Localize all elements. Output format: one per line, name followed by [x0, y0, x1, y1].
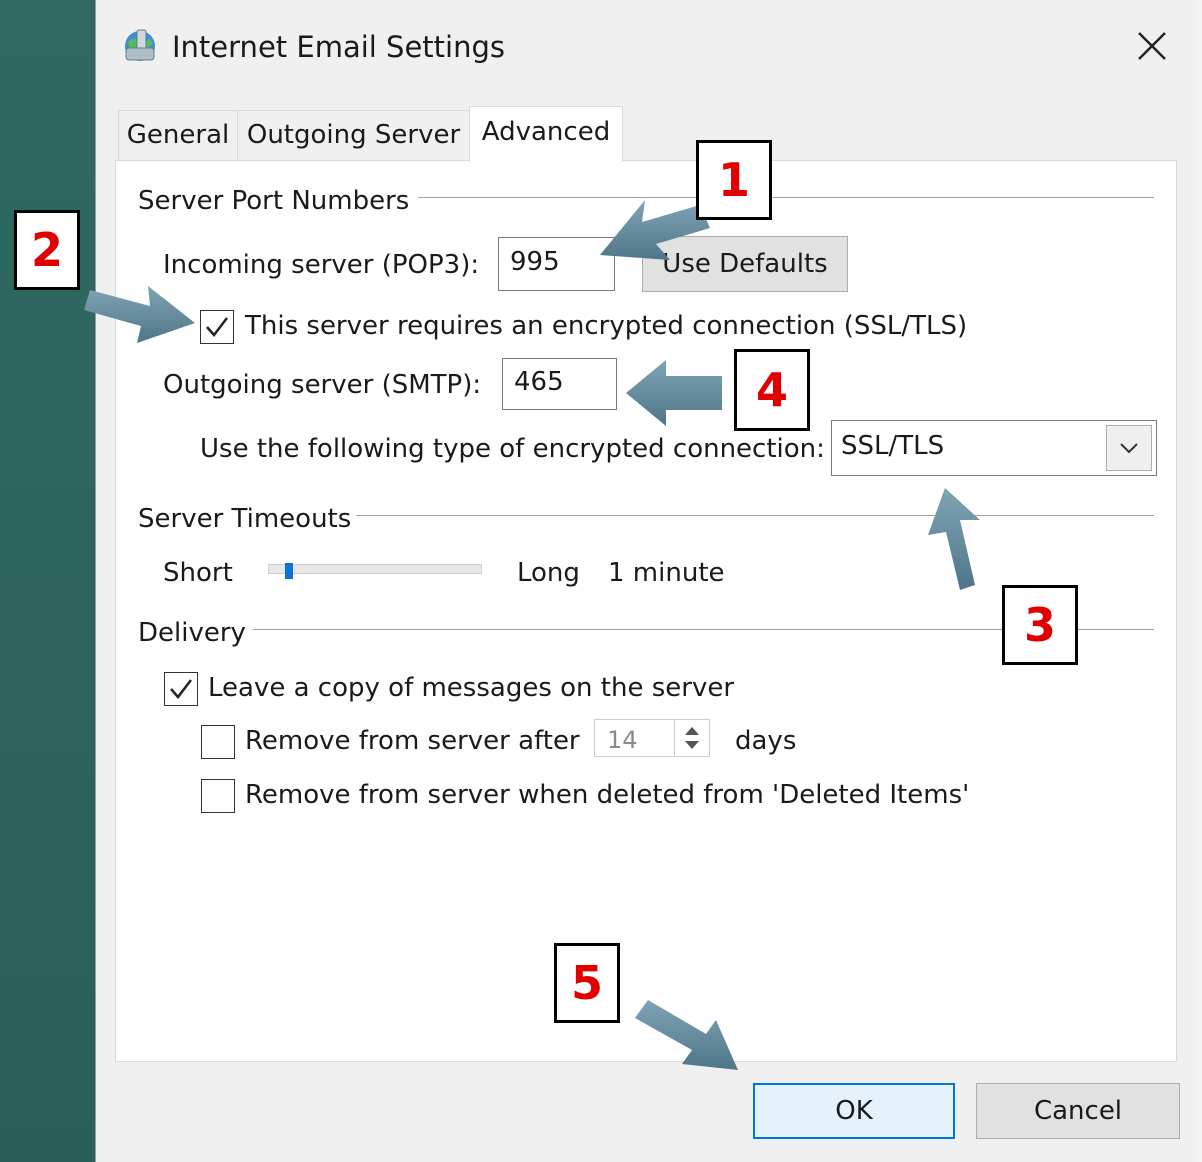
remove-after-label: Remove from server after [245, 726, 580, 756]
outgoing-port-input[interactable]: 465 [502, 358, 617, 410]
callout-4: 4 [734, 349, 810, 431]
group-divider [418, 197, 1154, 198]
use-defaults-button[interactable]: Use Defaults [642, 236, 848, 292]
callout-2: 2 [14, 210, 80, 290]
incoming-server-label: Incoming server (POP3): [163, 250, 480, 280]
leave-copy-checkbox[interactable] [164, 672, 198, 706]
timeout-value: 1 minute [608, 558, 725, 588]
checkmark-icon [170, 679, 192, 699]
timeout-long-label: Long [517, 558, 580, 588]
close-icon[interactable] [1134, 28, 1170, 64]
dialog-title: Internet Email Settings [172, 30, 505, 64]
timeout-slider-thumb[interactable] [285, 563, 293, 579]
ok-button[interactable]: OK [753, 1083, 955, 1139]
encryption-type-label: Use the following type of encrypted conn… [200, 434, 825, 464]
background-edge [1196, 0, 1202, 1162]
remove-after-checkbox[interactable] [201, 725, 235, 759]
remove-deleted-checkbox[interactable] [201, 779, 235, 813]
remove-deleted-label: Remove from server when deleted from 'De… [245, 780, 970, 810]
spinner-arrows-icon [685, 727, 699, 749]
globe-mail-icon [125, 29, 155, 61]
callout-3: 3 [1002, 585, 1078, 665]
chevron-down-icon [1120, 443, 1138, 454]
desktop-background [0, 0, 95, 1162]
remove-after-days-spinner[interactable]: 14 [594, 719, 710, 757]
encryption-type-select[interactable]: SSL/TLS [831, 420, 1157, 476]
outgoing-server-label: Outgoing server (SMTP): [163, 370, 482, 400]
remove-after-days-value: 14 [607, 726, 638, 754]
days-label: days [735, 726, 797, 756]
tab-general[interactable]: General [118, 110, 238, 160]
spinner-buttons[interactable] [674, 720, 709, 756]
tab-advanced[interactable]: Advanced [469, 106, 623, 162]
delivery-group-label: Delivery [138, 618, 246, 648]
dropdown-button[interactable] [1106, 425, 1152, 471]
server-timeouts-group-label: Server Timeouts [138, 504, 352, 534]
server-port-numbers-group-label: Server Port Numbers [138, 186, 410, 216]
tab-outgoing-server[interactable]: Outgoing Server [237, 110, 470, 160]
callout-1: 1 [696, 140, 772, 220]
checkmark-icon [206, 317, 228, 337]
ssl-checkbox[interactable] [200, 310, 234, 344]
encryption-type-value: SSL/TLS [841, 431, 945, 461]
ssl-checkbox-label: This server requires an encrypted connec… [245, 311, 968, 341]
timeout-slider-track[interactable] [268, 564, 482, 574]
timeout-short-label: Short [163, 558, 233, 588]
group-divider [356, 515, 1154, 516]
incoming-port-input[interactable]: 995 [498, 237, 615, 291]
leave-copy-label: Leave a copy of messages on the server [208, 673, 735, 703]
internet-email-settings-dialog: Internet Email Settings General Outgoing… [95, 0, 1196, 1162]
callout-5: 5 [554, 943, 620, 1023]
cancel-button[interactable]: Cancel [976, 1083, 1180, 1139]
